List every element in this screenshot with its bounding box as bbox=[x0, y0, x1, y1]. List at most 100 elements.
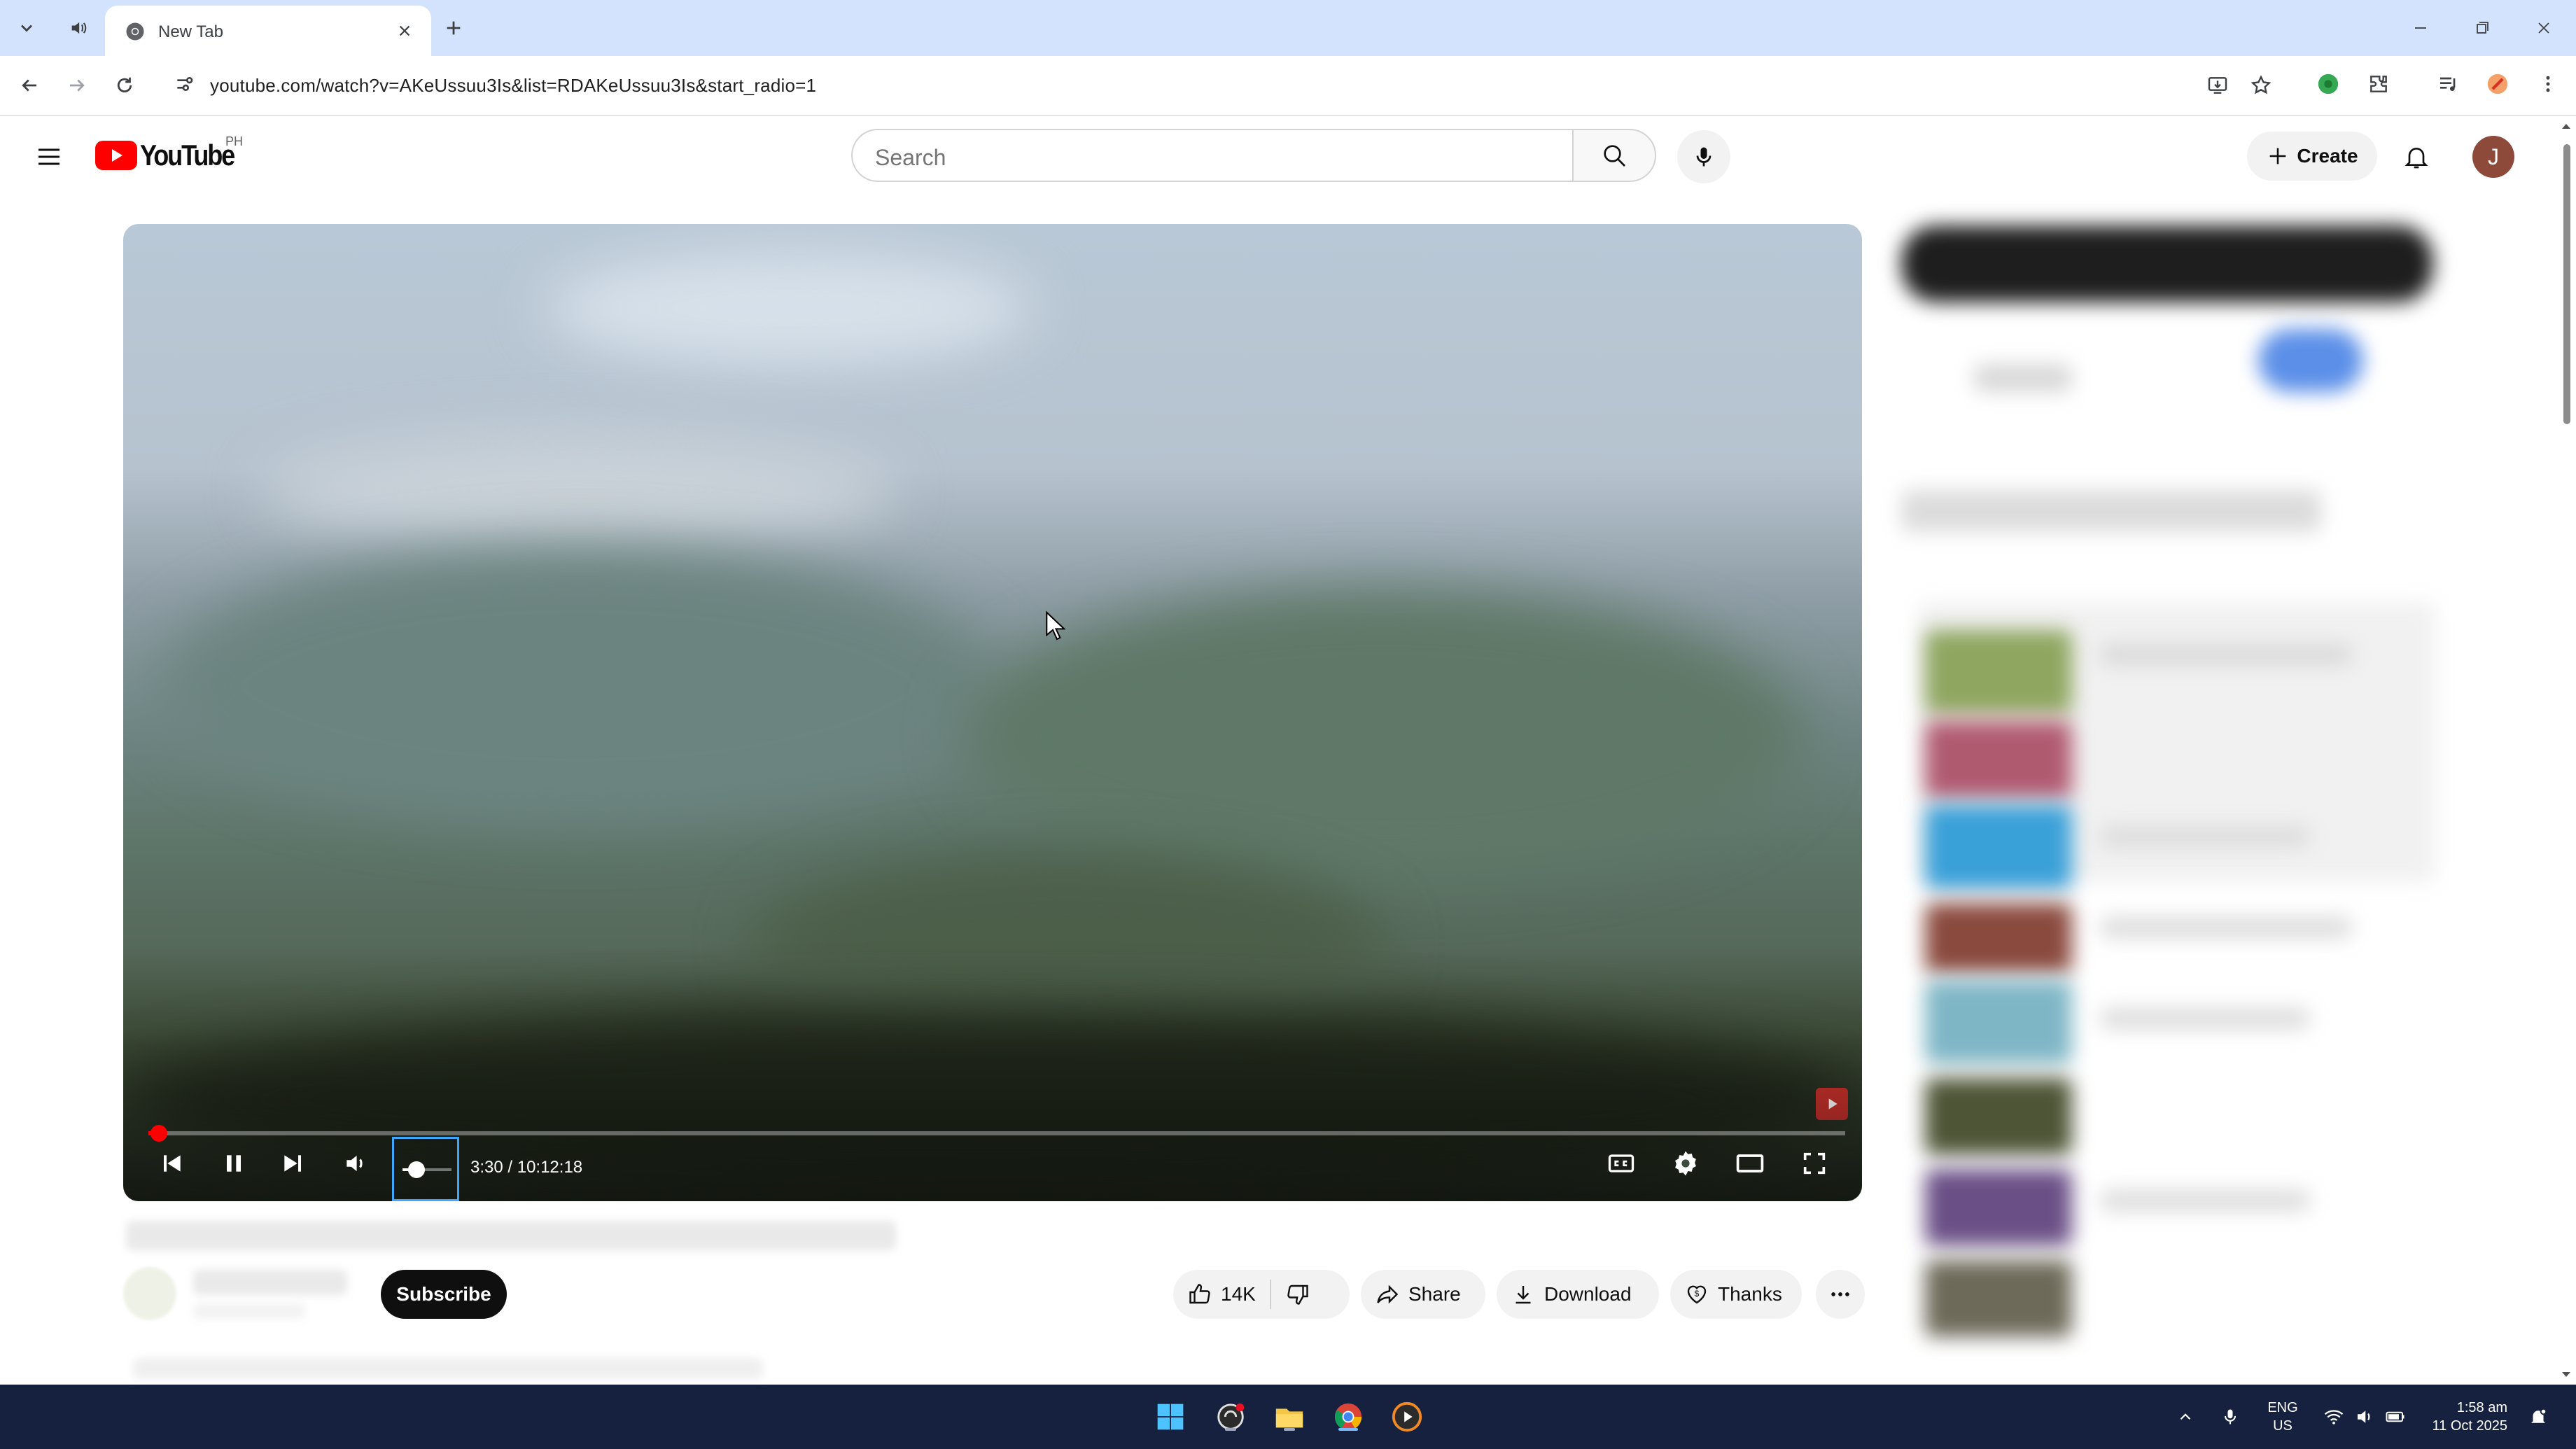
thanks-label: Thanks bbox=[1718, 1283, 1782, 1305]
sidebar-text-blurred bbox=[1974, 364, 2072, 392]
search-input[interactable] bbox=[874, 144, 1548, 172]
minimize-button[interactable] bbox=[2390, 0, 2451, 56]
sidebar-thumb-1[interactable] bbox=[1925, 630, 2072, 714]
sidebar-thumb-4[interactable] bbox=[1925, 903, 2072, 973]
notification-center-icon[interactable] bbox=[2524, 1399, 2552, 1435]
browser-tab[interactable]: New Tab bbox=[105, 6, 431, 56]
close-window-button[interactable] bbox=[2513, 0, 2575, 56]
search-button[interactable] bbox=[1572, 129, 1656, 182]
windows-start-icon[interactable] bbox=[1152, 1399, 1189, 1435]
video-mountain-left bbox=[158, 546, 998, 826]
url-text[interactable]: youtube.com/watch?v=AKeUssuu3Is&list=RDA… bbox=[210, 75, 816, 97]
volume-knob[interactable] bbox=[407, 1161, 425, 1178]
taskbar-app-icon[interactable] bbox=[1212, 1399, 1249, 1435]
sidebar-banner-blurred[interactable] bbox=[1901, 225, 2433, 302]
address-bar[interactable]: youtube.com/watch?v=AKeUssuu3Is&list=RDA… bbox=[160, 63, 2281, 106]
more-horizontal-icon bbox=[1831, 1292, 1849, 1296]
file-explorer-icon[interactable] bbox=[1271, 1399, 1308, 1435]
video-player[interactable]: 3:30 / 10:12:18 bbox=[123, 224, 1862, 1201]
restore-button[interactable] bbox=[2451, 0, 2513, 56]
volume-slider[interactable] bbox=[392, 1137, 459, 1201]
tray-speaker-icon[interactable] bbox=[2351, 1399, 2379, 1435]
channel-name-blurred[interactable] bbox=[193, 1270, 347, 1295]
sidebar-thumb-7[interactable] bbox=[1925, 1169, 2072, 1246]
close-tab-icon[interactable] bbox=[392, 18, 417, 43]
forward-icon[interactable] bbox=[60, 69, 94, 102]
sidebar-thumb-5[interactable] bbox=[1925, 980, 2072, 1064]
subscriber-count-blurred bbox=[193, 1303, 305, 1319]
sidebar-thumb-3[interactable] bbox=[1925, 805, 2072, 889]
progress-bar[interactable] bbox=[148, 1125, 1845, 1142]
thanks-button[interactable]: $ Thanks bbox=[1670, 1270, 1802, 1319]
pause-icon[interactable] bbox=[213, 1142, 255, 1184]
fullscreen-icon[interactable] bbox=[1793, 1142, 1835, 1184]
tab-list-icon[interactable] bbox=[8, 10, 45, 46]
sidebar-thumb-6[interactable] bbox=[1925, 1078, 2072, 1155]
microphone-icon bbox=[1696, 147, 1712, 167]
clock[interactable]: 1:58 am 11 Oct 2025 bbox=[2416, 1399, 2507, 1435]
sidebar-title-3 bbox=[2100, 826, 2310, 847]
profile-extension-icon[interactable] bbox=[2484, 70, 2512, 98]
speaker-icon[interactable] bbox=[60, 10, 97, 46]
user-avatar[interactable]: J bbox=[2472, 136, 2514, 178]
progress-scrubber[interactable] bbox=[150, 1125, 167, 1142]
dislike-button[interactable] bbox=[1271, 1270, 1324, 1319]
battery-icon[interactable] bbox=[2381, 1399, 2409, 1435]
sidebar-thumb-2[interactable] bbox=[1925, 721, 2072, 798]
language-indicator[interactable]: ENG US bbox=[2258, 1399, 2307, 1435]
more-actions-button[interactable] bbox=[1816, 1270, 1865, 1319]
tray-microphone-icon[interactable] bbox=[2216, 1399, 2244, 1435]
search-box[interactable] bbox=[851, 129, 1572, 182]
like-dislike-group: 14K bbox=[1173, 1270, 1350, 1319]
next-icon[interactable] bbox=[272, 1142, 314, 1184]
sidebar-title-7 bbox=[2100, 1190, 2310, 1211]
kebab-menu-icon[interactable] bbox=[2534, 70, 2562, 98]
clock-date: 11 Oct 2025 bbox=[2432, 1418, 2507, 1434]
mouse-cursor-icon bbox=[1044, 610, 1065, 641]
plus-icon bbox=[2270, 148, 2286, 164]
settings-gear-icon[interactable] bbox=[1665, 1142, 1707, 1184]
tray-chevron-up-icon[interactable] bbox=[2171, 1399, 2199, 1435]
like-count: 14K bbox=[1221, 1283, 1256, 1305]
new-tab-button[interactable] bbox=[438, 13, 469, 43]
star-icon[interactable] bbox=[2248, 73, 2274, 98]
site-info-icon[interactable] bbox=[174, 73, 196, 95]
description-blurred bbox=[133, 1358, 763, 1379]
scroll-up-icon[interactable] bbox=[2556, 119, 2576, 133]
back-icon[interactable] bbox=[13, 69, 46, 102]
create-button[interactable]: Create bbox=[2247, 132, 2377, 181]
region-code: US bbox=[2273, 1418, 2292, 1434]
chrome-taskbar-icon[interactable] bbox=[1330, 1399, 1366, 1435]
scrollbar-thumb[interactable] bbox=[2563, 144, 2570, 424]
taskbar-app-indicator bbox=[1225, 1428, 1236, 1431]
wifi-icon[interactable] bbox=[2320, 1399, 2348, 1435]
voice-search-button[interactable] bbox=[1677, 130, 1730, 183]
youtube-header: YouTube PH Create J bbox=[0, 116, 2576, 193]
puzzle-icon[interactable] bbox=[2365, 70, 2393, 98]
time-display: 3:30 / 10:12:18 bbox=[470, 1158, 583, 1177]
sidebar-title-5 bbox=[2100, 1008, 2310, 1029]
previous-icon[interactable] bbox=[151, 1142, 193, 1184]
page-scrollbar[interactable] bbox=[2556, 116, 2576, 1385]
scroll-down-icon[interactable] bbox=[2556, 1368, 2576, 1382]
install-icon[interactable] bbox=[2205, 73, 2230, 98]
extension-green-icon[interactable] bbox=[2314, 70, 2342, 98]
media-control-icon[interactable] bbox=[2435, 70, 2463, 98]
reload-icon[interactable] bbox=[108, 69, 141, 102]
hamburger-menu-icon[interactable] bbox=[29, 137, 69, 176]
download-button[interactable]: Download bbox=[1497, 1270, 1659, 1319]
channel-avatar[interactable] bbox=[123, 1267, 176, 1320]
search-icon bbox=[1604, 145, 1625, 167]
clock-time: 1:58 am bbox=[2456, 1400, 2507, 1415]
sidebar-blue-chip-blurred[interactable] bbox=[2258, 329, 2363, 392]
captions-icon[interactable] bbox=[1600, 1142, 1642, 1184]
thumbs-down-icon bbox=[1287, 1284, 1308, 1305]
media-player-icon[interactable] bbox=[1389, 1399, 1425, 1435]
share-button[interactable]: Share bbox=[1361, 1270, 1485, 1319]
subscribe-button[interactable]: Subscribe bbox=[381, 1270, 507, 1319]
sidebar-thumb-8[interactable] bbox=[1925, 1260, 2072, 1337]
volume-icon[interactable] bbox=[335, 1142, 377, 1184]
notifications-bell-icon[interactable] bbox=[2394, 134, 2439, 179]
theater-mode-icon[interactable] bbox=[1729, 1142, 1771, 1184]
like-button[interactable]: 14K bbox=[1173, 1270, 1270, 1319]
